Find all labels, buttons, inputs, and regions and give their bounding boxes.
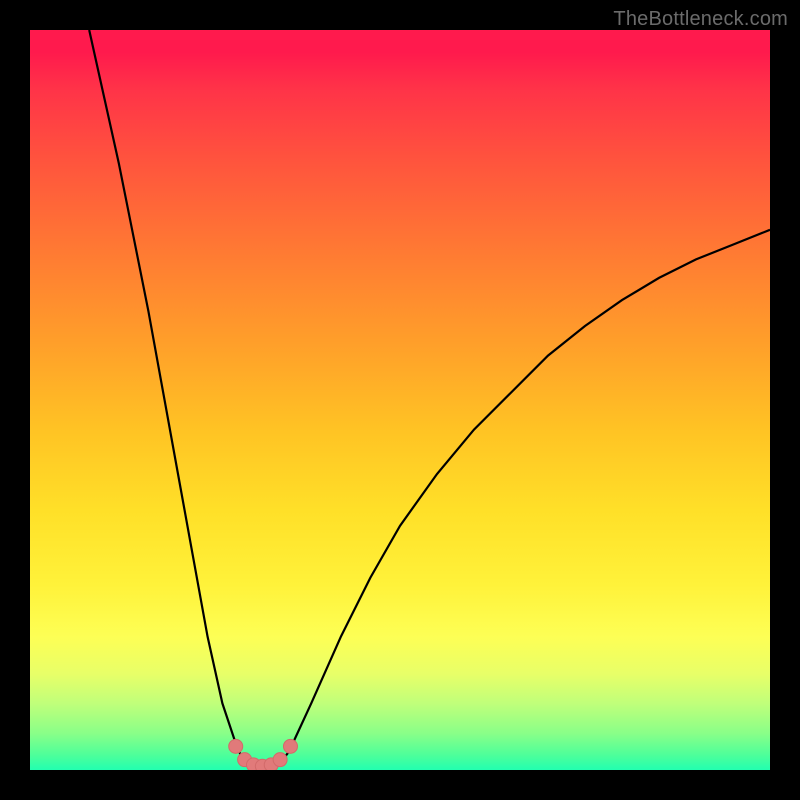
curve-svg	[30, 30, 770, 770]
valley-marker	[229, 739, 243, 753]
chart-container: TheBottleneck.com	[0, 0, 800, 800]
valley-marker	[273, 753, 287, 767]
plot-area	[30, 30, 770, 770]
valley-marker	[283, 739, 297, 753]
v-curve	[89, 30, 770, 767]
watermark-label: TheBottleneck.com	[613, 8, 788, 31]
